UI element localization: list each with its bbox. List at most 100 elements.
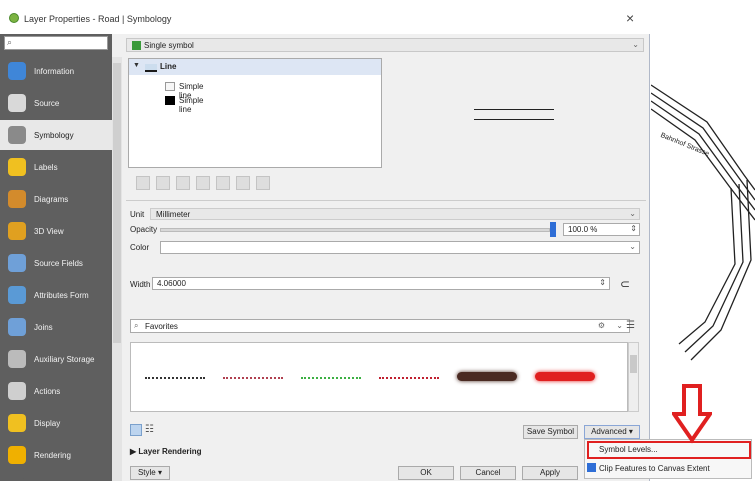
save-symbol-button[interactable]: Save Symbol [523, 425, 578, 439]
library-symbol[interactable] [535, 372, 595, 381]
sidebar-item-joins[interactable]: Joins [0, 312, 112, 342]
layer-properties-dialog: Layer Properties - Road | Symbology × ⌕ … [0, 0, 650, 481]
sidebar-item-diagrams[interactable]: Diagrams [0, 184, 112, 214]
sidebar-item-source-fields[interactable]: Source Fields [0, 248, 112, 278]
close-icon[interactable]: × [626, 10, 634, 26]
auxiliary-storage-icon [8, 350, 26, 368]
symbology-icon [8, 126, 26, 144]
library-symbol[interactable] [379, 377, 439, 379]
highlight-box [587, 441, 751, 459]
sidebar-item-display[interactable]: Display [0, 408, 112, 438]
sidebar-search-input[interactable]: ⌕ [4, 36, 108, 50]
symbol-layer-toolbar [128, 174, 298, 192]
width-spinbox[interactable]: 4.06000 ⇕ [152, 277, 610, 290]
labels-icon [8, 158, 26, 176]
library-symbol[interactable] [301, 377, 361, 379]
chevron-down-icon: ⌄ [632, 40, 639, 49]
library-symbol[interactable] [223, 377, 283, 379]
apply-button[interactable]: Apply [522, 466, 578, 480]
library-symbol[interactable] [145, 377, 205, 379]
unit-select[interactable]: Millimeter ⌄ [150, 208, 640, 220]
list-view-icon[interactable]: ☷ [145, 424, 154, 435]
duplicate-layer-icon[interactable] [196, 176, 210, 190]
advanced-button[interactable]: Advanced ▾ [584, 425, 640, 439]
library-symbol[interactable] [457, 372, 517, 381]
search-icon: ⌕ [134, 321, 139, 330]
tree-item-line[interactable]: ▼ Line [129, 59, 381, 75]
screen: Bahnhof Strasse Layer Properties - Road … [0, 0, 755, 481]
checkbox-icon[interactable] [587, 463, 596, 472]
chevron-down-icon: ⌄ [629, 209, 636, 218]
sidebar-item-variables[interactable]: Variables [0, 472, 112, 481]
search-icon: ⌕ [7, 37, 13, 47]
sidebar-item-information[interactable]: Information [0, 56, 112, 86]
sidebar-scrollbar[interactable] [112, 57, 122, 481]
move-up-icon[interactable] [216, 176, 230, 190]
library-scrollbar[interactable] [628, 342, 639, 412]
attributes-form-icon [8, 286, 26, 304]
width-label: Width [130, 280, 151, 289]
symbol-preview-line [474, 109, 554, 110]
actions-icon [8, 382, 26, 400]
opacity-label: Opacity [130, 225, 158, 234]
data-defined-override-icon[interactable]: ⊂ [620, 277, 630, 291]
ok-button[interactable]: OK [398, 466, 454, 480]
symbol-library[interactable] [130, 342, 628, 412]
style-button[interactable]: Style ▾ [130, 466, 170, 480]
separator [126, 200, 646, 201]
chevron-down-icon[interactable]: ⌄ [616, 321, 623, 330]
spin-arrows-icon[interactable]: ⇕ [599, 278, 606, 287]
map-canvas[interactable] [650, 0, 755, 438]
display-icon [8, 414, 26, 432]
layer-rendering-label: Layer Rendering [138, 447, 202, 456]
renderer-select[interactable]: Single symbol ⌄ [126, 38, 644, 52]
sidebar-item-symbology[interactable]: Symbology [0, 120, 112, 150]
symbol-search-input[interactable]: ⌕ Favorites ⚙ ⌄ [130, 319, 630, 333]
menu-item-clip-features[interactable]: Clip Features to Canvas Extent [585, 461, 751, 477]
tree-item-label: Line [160, 62, 177, 71]
unit-label: Unit [130, 210, 145, 219]
sidebar-item-label: Diagrams [34, 195, 69, 204]
sidebar-item-3d-view[interactable]: 3D View [0, 216, 112, 246]
tree-item-label: Simple line [179, 96, 204, 114]
single-symbol-icon [132, 41, 141, 50]
favorites-placeholder: Favorites [145, 322, 178, 331]
move-down-icon[interactable] [236, 176, 250, 190]
scrollbar-thumb[interactable] [113, 63, 121, 343]
menu-item-label: Clip Features to Canvas Extent [599, 464, 710, 473]
filter-icon[interactable] [256, 176, 270, 190]
cancel-button[interactable]: Cancel [460, 466, 516, 480]
opacity-slider[interactable] [160, 228, 550, 232]
layer-rendering-group[interactable]: ▶ Layer Rendering [130, 447, 202, 456]
icon-view-icon[interactable] [130, 424, 142, 436]
sidebar-item-labels[interactable]: Labels [0, 152, 112, 182]
sidebar-item-label: Rendering [34, 451, 71, 460]
sidebar-item-label: Auxiliary Storage [34, 355, 95, 364]
style-label: Style [137, 468, 156, 477]
sidebar-item-auxiliary-storage[interactable]: Auxiliary Storage [0, 344, 112, 374]
sidebar-item-actions[interactable]: Actions [0, 376, 112, 406]
gear-icon[interactable]: ⚙ [598, 321, 605, 330]
color-button[interactable]: ⌄ [160, 241, 640, 254]
remove-layer-icon[interactable] [156, 176, 170, 190]
opacity-slider-handle[interactable] [550, 222, 556, 237]
line-symbol-icon [145, 64, 157, 72]
joins-icon [8, 318, 26, 336]
spin-arrows-icon[interactable]: ⇕ [630, 224, 637, 233]
lock-layer-icon[interactable] [176, 176, 190, 190]
title-bar: Layer Properties - Road | Symbology × [0, 0, 650, 34]
add-layer-icon[interactable] [136, 176, 150, 190]
collapse-arrow-icon[interactable]: ▼ [133, 62, 140, 69]
list-view-icon[interactable]: ☰ [626, 320, 635, 331]
sidebar-item-label: Source Fields [34, 259, 83, 268]
road-polygons [650, 84, 755, 361]
sidebar-item-attributes-form[interactable]: Attributes Form [0, 280, 112, 310]
symbol-layer-tree[interactable]: ▼ Line Simple line Simple line [128, 58, 382, 168]
opacity-spinbox[interactable]: 100.0 % ⇕ [563, 223, 640, 236]
sidebar-item-label: Information [34, 67, 75, 76]
scrollbar-thumb[interactable] [630, 355, 637, 373]
qgis-icon [9, 13, 19, 23]
simple-line-swatch-icon [165, 82, 175, 91]
sidebar-item-rendering[interactable]: Rendering [0, 440, 112, 470]
sidebar-item-source[interactable]: Source [0, 88, 112, 118]
